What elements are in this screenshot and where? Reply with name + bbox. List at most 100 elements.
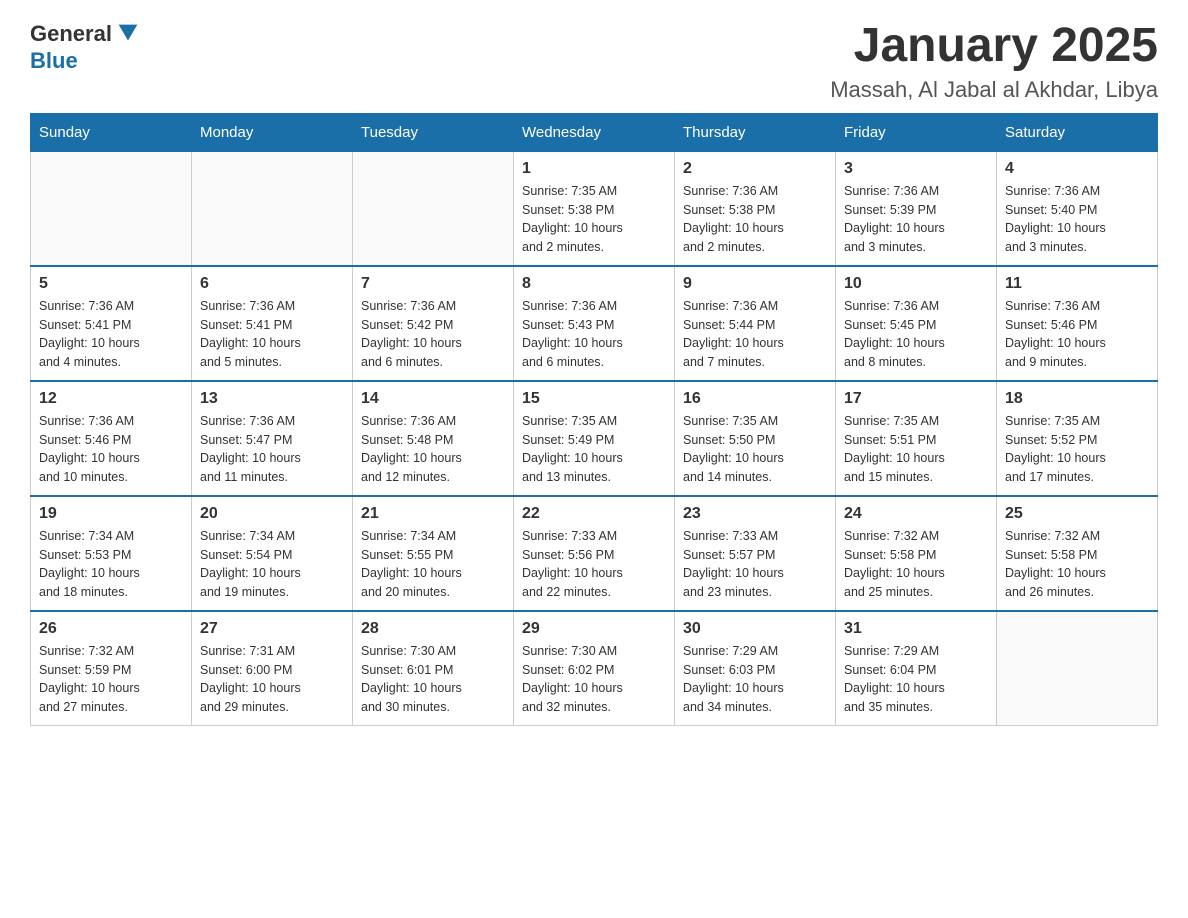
day-cell: 13 Sunrise: 7:36 AMSunset: 5:47 PMDayligh…	[192, 381, 353, 496]
logo-blue-text: Blue	[30, 48, 78, 73]
page-header: General Blue January 2025 Massah, Al Jab…	[30, 20, 1158, 103]
day-info: Sunrise: 7:36 AMSunset: 5:48 PMDaylight:…	[361, 412, 505, 487]
week-row-2: 5 Sunrise: 7:36 AMSunset: 5:41 PMDaylight…	[31, 266, 1158, 381]
day-number: 6	[200, 275, 344, 293]
day-info: Sunrise: 7:34 AMSunset: 5:54 PMDaylight:…	[200, 527, 344, 602]
month-title: January 2025	[830, 20, 1158, 73]
day-cell: 28 Sunrise: 7:30 AMSunset: 6:01 PMDayligh…	[353, 611, 514, 726]
day-cell: 4 Sunrise: 7:36 AMSunset: 5:40 PMDaylight…	[997, 151, 1158, 266]
day-cell	[31, 151, 192, 266]
day-cell: 1Sunrise: 7:35 AMSunset: 5:38 PMDaylight…	[514, 151, 675, 266]
day-number: 8	[522, 275, 666, 293]
day-number: 24	[844, 505, 988, 523]
day-number: 18	[1005, 390, 1149, 408]
day-info: Sunrise: 7:36 AMSunset: 5:45 PMDaylight:…	[844, 297, 988, 372]
day-info: Sunrise: 7:35 AMSunset: 5:49 PMDaylight:…	[522, 412, 666, 487]
day-info: Sunrise: 7:32 AMSunset: 5:58 PMDaylight:…	[1005, 527, 1149, 602]
day-cell: 30 Sunrise: 7:29 AMSunset: 6:03 PMDayligh…	[675, 611, 836, 726]
week-row-5: 26 Sunrise: 7:32 AMSunset: 5:59 PMDayligh…	[31, 611, 1158, 726]
day-number: 5	[39, 275, 183, 293]
day-cell: 22Sunrise: 7:33 AMSunset: 5:56 PMDayligh…	[514, 496, 675, 611]
day-cell: 16 Sunrise: 7:35 AMSunset: 5:50 PMDayligh…	[675, 381, 836, 496]
logo: General Blue	[30, 20, 142, 74]
day-cell: 5 Sunrise: 7:36 AMSunset: 5:41 PMDaylight…	[31, 266, 192, 381]
day-number: 2	[683, 160, 827, 178]
day-number: 4	[1005, 160, 1149, 178]
day-number: 13	[200, 390, 344, 408]
day-number: 22	[522, 505, 666, 523]
day-info: Sunrise: 7:32 AMSunset: 5:58 PMDaylight:…	[844, 527, 988, 602]
day-number: 11	[1005, 275, 1149, 293]
day-cell: 7Sunrise: 7:36 AMSunset: 5:42 PMDaylight…	[353, 266, 514, 381]
day-number: 28	[361, 620, 505, 638]
day-number: 21	[361, 505, 505, 523]
day-cell	[997, 611, 1158, 726]
day-info: Sunrise: 7:31 AMSunset: 6:00 PMDaylight:…	[200, 642, 344, 717]
day-info: Sunrise: 7:36 AMSunset: 5:40 PMDaylight:…	[1005, 182, 1149, 257]
day-info: Sunrise: 7:35 AMSunset: 5:52 PMDaylight:…	[1005, 412, 1149, 487]
day-info: Sunrise: 7:36 AMSunset: 5:46 PMDaylight:…	[39, 412, 183, 487]
day-info: Sunrise: 7:32 AMSunset: 5:59 PMDaylight:…	[39, 642, 183, 717]
weekday-header-sunday: Sunday	[31, 113, 192, 151]
day-cell: 29Sunrise: 7:30 AMSunset: 6:02 PMDayligh…	[514, 611, 675, 726]
day-info: Sunrise: 7:34 AMSunset: 5:53 PMDaylight:…	[39, 527, 183, 602]
day-cell: 12 Sunrise: 7:36 AMSunset: 5:46 PMDayligh…	[31, 381, 192, 496]
week-row-4: 19 Sunrise: 7:34 AMSunset: 5:53 PMDayligh…	[31, 496, 1158, 611]
day-cell: 3Sunrise: 7:36 AMSunset: 5:39 PMDaylight…	[836, 151, 997, 266]
day-info: Sunrise: 7:29 AMSunset: 6:03 PMDaylight:…	[683, 642, 827, 717]
weekday-header-saturday: Saturday	[997, 113, 1158, 151]
location-title: Massah, Al Jabal al Akhdar, Libya	[830, 77, 1158, 103]
day-cell: 11 Sunrise: 7:36 AMSunset: 5:46 PMDayligh…	[997, 266, 1158, 381]
day-number: 9	[683, 275, 827, 293]
weekday-header-row: SundayMondayTuesdayWednesdayThursdayFrid…	[31, 113, 1158, 151]
day-number: 27	[200, 620, 344, 638]
day-cell: 17 Sunrise: 7:35 AMSunset: 5:51 PMDayligh…	[836, 381, 997, 496]
weekday-header-thursday: Thursday	[675, 113, 836, 151]
day-cell: 18 Sunrise: 7:35 AMSunset: 5:52 PMDayligh…	[997, 381, 1158, 496]
day-number: 19	[39, 505, 183, 523]
day-info: Sunrise: 7:29 AMSunset: 6:04 PMDaylight:…	[844, 642, 988, 717]
day-cell: 19 Sunrise: 7:34 AMSunset: 5:53 PMDayligh…	[31, 496, 192, 611]
day-info: Sunrise: 7:36 AMSunset: 5:41 PMDaylight:…	[39, 297, 183, 372]
day-number: 15	[522, 390, 666, 408]
day-number: 1	[522, 160, 666, 178]
week-row-3: 12 Sunrise: 7:36 AMSunset: 5:46 PMDayligh…	[31, 381, 1158, 496]
day-info: Sunrise: 7:34 AMSunset: 5:55 PMDaylight:…	[361, 527, 505, 602]
day-cell: 21 Sunrise: 7:34 AMSunset: 5:55 PMDayligh…	[353, 496, 514, 611]
day-cell: 6Sunrise: 7:36 AMSunset: 5:41 PMDaylight…	[192, 266, 353, 381]
week-row-1: 1Sunrise: 7:35 AMSunset: 5:38 PMDaylight…	[31, 151, 1158, 266]
day-cell: 25 Sunrise: 7:32 AMSunset: 5:58 PMDayligh…	[997, 496, 1158, 611]
day-number: 20	[200, 505, 344, 523]
day-info: Sunrise: 7:30 AMSunset: 6:02 PMDaylight:…	[522, 642, 666, 717]
day-cell: 24 Sunrise: 7:32 AMSunset: 5:58 PMDayligh…	[836, 496, 997, 611]
day-info: Sunrise: 7:36 AMSunset: 5:46 PMDaylight:…	[1005, 297, 1149, 372]
logo-triangle-icon	[114, 20, 142, 48]
calendar-table: SundayMondayTuesdayWednesdayThursdayFrid…	[30, 113, 1158, 726]
logo-general-text: General	[30, 21, 112, 47]
day-number: 12	[39, 390, 183, 408]
day-info: Sunrise: 7:36 AMSunset: 5:43 PMDaylight:…	[522, 297, 666, 372]
day-cell: 20 Sunrise: 7:34 AMSunset: 5:54 PMDayligh…	[192, 496, 353, 611]
day-cell	[192, 151, 353, 266]
day-info: Sunrise: 7:35 AMSunset: 5:50 PMDaylight:…	[683, 412, 827, 487]
day-cell: 8 Sunrise: 7:36 AMSunset: 5:43 PMDaylight…	[514, 266, 675, 381]
day-info: Sunrise: 7:36 AMSunset: 5:47 PMDaylight:…	[200, 412, 344, 487]
day-number: 26	[39, 620, 183, 638]
day-info: Sunrise: 7:36 AMSunset: 5:39 PMDaylight:…	[844, 182, 988, 257]
day-cell: 14 Sunrise: 7:36 AMSunset: 5:48 PMDayligh…	[353, 381, 514, 496]
day-info: Sunrise: 7:35 AMSunset: 5:51 PMDaylight:…	[844, 412, 988, 487]
day-cell: 26 Sunrise: 7:32 AMSunset: 5:59 PMDayligh…	[31, 611, 192, 726]
day-number: 30	[683, 620, 827, 638]
day-cell: 9Sunrise: 7:36 AMSunset: 5:44 PMDaylight…	[675, 266, 836, 381]
day-number: 17	[844, 390, 988, 408]
day-info: Sunrise: 7:33 AMSunset: 5:57 PMDaylight:…	[683, 527, 827, 602]
day-number: 14	[361, 390, 505, 408]
day-cell	[353, 151, 514, 266]
day-info: Sunrise: 7:30 AMSunset: 6:01 PMDaylight:…	[361, 642, 505, 717]
weekday-header-wednesday: Wednesday	[514, 113, 675, 151]
day-number: 25	[1005, 505, 1149, 523]
day-number: 23	[683, 505, 827, 523]
day-number: 16	[683, 390, 827, 408]
day-cell: 23 Sunrise: 7:33 AMSunset: 5:57 PMDayligh…	[675, 496, 836, 611]
weekday-header-monday: Monday	[192, 113, 353, 151]
